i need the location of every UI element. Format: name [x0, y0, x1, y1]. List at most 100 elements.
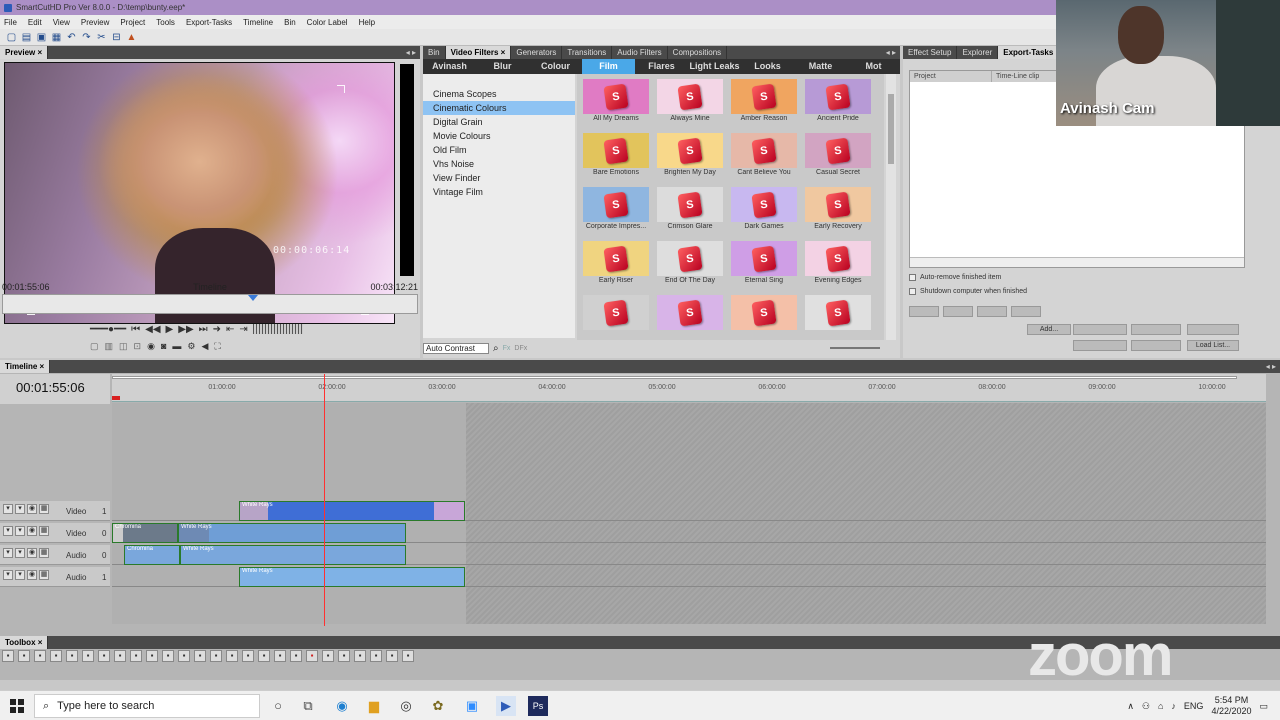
- razor-icon[interactable]: ▪: [162, 650, 174, 662]
- timeline-clip[interactable]: White Rays: [239, 501, 465, 521]
- list-item[interactable]: Old Film: [423, 143, 575, 157]
- layout-icon[interactable]: ▥: [105, 341, 114, 352]
- select-tool-icon[interactable]: ▪: [130, 650, 142, 662]
- insert-icon[interactable]: ▪: [2, 650, 14, 662]
- timeline-clip[interactable]: White Rays: [178, 523, 406, 543]
- filter-thumbnail[interactable]: S Casual Secret: [803, 128, 873, 181]
- ruler-zoom-bar[interactable]: [112, 376, 1237, 379]
- filter-thumbnail[interactable]: S: [655, 290, 725, 340]
- zoom-in-icon[interactable]: ▪: [210, 650, 222, 662]
- volume-icon[interactable]: ◀: [201, 341, 208, 352]
- filter-thumbnail[interactable]: S End Of The Day: [655, 236, 725, 289]
- tab-preview[interactable]: Preview ×: [0, 46, 49, 59]
- volume-icon[interactable]: ♪: [1171, 701, 1176, 711]
- cortana-icon[interactable]: ○: [268, 696, 288, 716]
- mute-icon[interactable]: ▾: [15, 570, 25, 580]
- lock-icon[interactable]: ▾: [3, 548, 13, 558]
- filter-thumbnail[interactable]: S Eternal Sing: [729, 236, 799, 289]
- filter-thumbnail[interactable]: S Corporate Impres...: [581, 182, 651, 235]
- fit-to-fill-icon[interactable]: ▪: [50, 650, 62, 662]
- menu-edit[interactable]: Edit: [28, 18, 42, 27]
- play-icon[interactable]: ▶: [166, 324, 174, 335]
- trim-icon[interactable]: ✂: [96, 32, 107, 43]
- skip-end-icon[interactable]: ⏭: [199, 324, 208, 335]
- tab-video-filters[interactable]: Video Filters ×: [445, 46, 512, 59]
- tab-explorer[interactable]: Explorer: [957, 46, 999, 59]
- visibility-icon[interactable]: ◉: [27, 548, 37, 558]
- tab-export-tasks[interactable]: Export-Tasks: [998, 46, 1060, 59]
- monitor-icon[interactable]: ▬: [172, 341, 181, 351]
- export-disabled-button[interactable]: [1073, 324, 1127, 335]
- split-icon[interactable]: ▪: [258, 650, 270, 662]
- visibility-icon[interactable]: ◉: [27, 526, 37, 536]
- menu-timeline[interactable]: Timeline: [243, 18, 273, 27]
- trim-icon[interactable]: ▪: [242, 650, 254, 662]
- panel-arrows-icon[interactable]: ◂ ▸: [406, 46, 416, 59]
- slide-icon[interactable]: ▪: [98, 650, 110, 662]
- fast-forward-icon[interactable]: ▶▶: [178, 324, 193, 335]
- skip-start-icon[interactable]: ⏮: [131, 324, 140, 335]
- next-frame-icon[interactable]: ➜: [213, 324, 221, 335]
- filter-thumbnail[interactable]: S Cant Believe You: [729, 128, 799, 181]
- language-indicator[interactable]: ENG: [1184, 701, 1204, 711]
- fit-icon[interactable]: ⊡: [134, 341, 142, 352]
- menu-export-tasks[interactable]: Export-Tasks: [186, 18, 232, 27]
- task-view-icon[interactable]: ⧉: [298, 696, 318, 716]
- export-disabled-button[interactable]: [1011, 306, 1041, 317]
- list-item[interactable]: Cinematic Colours: [423, 101, 575, 115]
- edge-icon[interactable]: ◉: [332, 696, 352, 716]
- timeline-clip[interactable]: White Rays: [180, 545, 406, 565]
- mute-icon[interactable]: ▾: [15, 526, 25, 536]
- menu-preview[interactable]: Preview: [81, 18, 109, 27]
- tab-transitions[interactable]: Transitions: [562, 46, 613, 59]
- replace-icon[interactable]: ▪: [34, 650, 46, 662]
- menu-bin[interactable]: Bin: [284, 18, 296, 27]
- timeline-ruler[interactable]: 01:00:00 02:00:00 03:00:00 04:00:00 05:00:00…: [112, 374, 1266, 402]
- windows-start-icon[interactable]: [10, 699, 24, 713]
- filter-thumbnail[interactable]: S: [803, 290, 873, 340]
- export-disabled-button[interactable]: [909, 306, 939, 317]
- auto-remove-checkbox[interactable]: [909, 274, 916, 281]
- filter-thumbnail[interactable]: S Always Mine: [655, 74, 725, 127]
- filter-thumbnail[interactable]: S Bare Emotions: [581, 128, 651, 181]
- roll-icon[interactable]: ▪: [114, 650, 126, 662]
- filter-thumbnail[interactable]: S: [581, 290, 651, 340]
- taskbar-search-input[interactable]: ⌕ Type here to search: [34, 694, 260, 718]
- solo-icon[interactable]: ▦: [39, 504, 49, 514]
- open-folder-icon[interactable]: ▤: [21, 32, 32, 43]
- category-flares[interactable]: Flares: [635, 59, 688, 74]
- app-icon[interactable]: ◎: [396, 696, 416, 716]
- overwrite-icon[interactable]: ▪: [18, 650, 30, 662]
- file-explorer-icon[interactable]: ▆: [364, 696, 384, 716]
- shuttle-bar[interactable]: [252, 324, 303, 334]
- zoom-icon[interactable]: ▣: [462, 696, 482, 716]
- grid-icon[interactable]: ▪: [146, 650, 158, 662]
- export-disabled-button[interactable]: [943, 306, 973, 317]
- list-item[interactable]: Movie Colours: [423, 129, 575, 143]
- menu-help[interactable]: Help: [359, 18, 375, 27]
- menu-file[interactable]: File: [4, 18, 17, 27]
- export-disabled-button[interactable]: [1131, 340, 1181, 351]
- filter-thumbnail[interactable]: S Dark Games: [729, 182, 799, 235]
- lock-icon[interactable]: ▾: [3, 570, 13, 580]
- list-item[interactable]: Digital Grain: [423, 115, 575, 129]
- auto-remove-option[interactable]: Auto-remove finished item: [909, 274, 1001, 281]
- menu-project[interactable]: Project: [120, 18, 145, 27]
- mute-icon[interactable]: ▾: [15, 504, 25, 514]
- timeline-clip[interactable]: Chromina: [124, 545, 180, 565]
- new-project-icon[interactable]: ▢: [6, 32, 17, 43]
- group-icon[interactable]: ▪: [274, 650, 286, 662]
- link-icon[interactable]: ▪: [178, 650, 190, 662]
- timeline-playhead[interactable]: [324, 374, 325, 626]
- solo-icon[interactable]: ▦: [39, 548, 49, 558]
- panel-arrows-icon[interactable]: ◂ ▸: [886, 46, 896, 59]
- filter-thumbnail[interactable]: S Evening Edges: [803, 236, 873, 289]
- delete-icon[interactable]: ▪: [306, 650, 318, 662]
- dfx-icon[interactable]: DFx: [514, 345, 527, 352]
- visibility-icon[interactable]: ◉: [27, 504, 37, 514]
- network-icon[interactable]: ⌂: [1158, 701, 1163, 711]
- filter-thumbnail[interactable]: S Early Riser: [581, 236, 651, 289]
- audio-meter-icon[interactable]: ▪: [370, 650, 382, 662]
- category-film[interactable]: Film: [582, 59, 635, 74]
- taskbar-clock[interactable]: 5:54 PM 4/22/2020: [1211, 695, 1251, 717]
